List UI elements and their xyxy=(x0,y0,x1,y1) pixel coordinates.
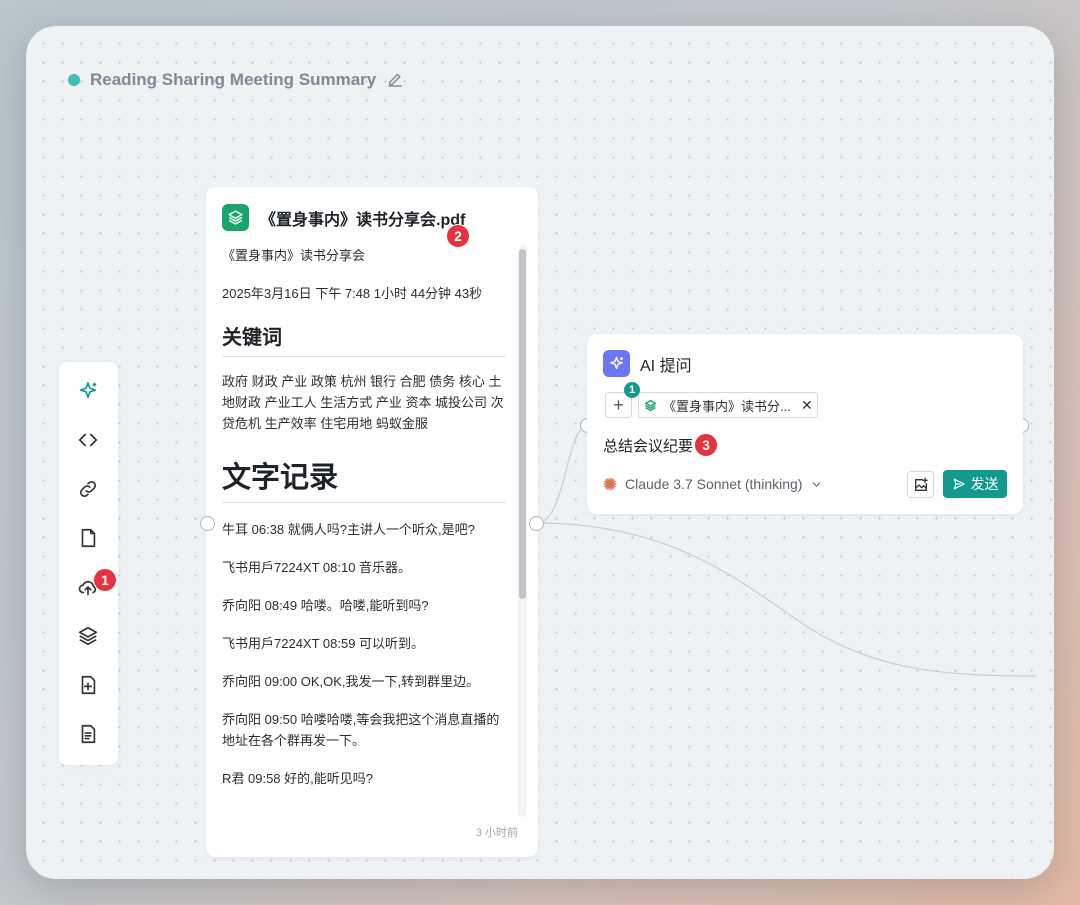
doc-title-line: 《置身事内》读书分享会 xyxy=(222,248,366,263)
document-card[interactable]: 《置身事内》读书分享会.pdf 《置身事内》读书分享会 2025年3月16日 下… xyxy=(206,187,538,857)
layers-icon xyxy=(644,399,657,412)
transcript-line: 飞书用戶7224XT 08:59 可以听到。 xyxy=(222,636,425,651)
transcript-line: 飞书用戶7224XT 08:10 音乐器。 xyxy=(222,560,412,575)
transcript-line: R君 09:58 好的,能听见吗? xyxy=(222,771,373,786)
document-timestamp: 3 小时前 xyxy=(475,827,518,839)
send-label: 发送 xyxy=(970,476,999,492)
ai-card-title: AI 提问 xyxy=(640,357,692,375)
transcript-line: 乔向阳 08:49 哈喽。哈喽,能听到吗? xyxy=(222,598,429,613)
document-file-name: 《置身事内》读书分享会.pdf xyxy=(260,211,466,229)
document-input-port[interactable] xyxy=(200,516,215,531)
keywords-heading: 关键词 xyxy=(222,321,506,357)
send-icon xyxy=(952,477,966,491)
plus-icon: + xyxy=(613,394,624,415)
context-chip[interactable]: 《置身事内》读书分... ✕ xyxy=(638,392,818,418)
image-upload-button[interactable] xyxy=(907,471,934,498)
ai-question-card[interactable]: AI 提问 + 1 《置身事内》读书分... ✕ 总结会议纪要 Claude 3… xyxy=(587,334,1023,514)
sparkle-icon xyxy=(603,350,630,377)
step-badge-2: 2 xyxy=(446,224,470,248)
layers-icon xyxy=(222,204,249,231)
document-output-port[interactable] xyxy=(529,516,544,531)
prompt-input[interactable]: 总结会议纪要 xyxy=(603,435,693,456)
transcript-line: 乔向阳 09:00 OK,OK,我发一下,转到群里边。 xyxy=(222,674,480,689)
send-button[interactable]: 发送 xyxy=(943,470,1007,498)
keywords-text: 政府 财政 产业 政策 杭州 银行 合肥 债务 核心 土地财政 产业工人 生活方… xyxy=(222,374,504,431)
document-scrollbar[interactable] xyxy=(518,245,527,817)
canvas-window: Reading Sharing Meeting Summary 1 《置身事内》… xyxy=(26,26,1054,879)
chevron-down-icon xyxy=(810,478,823,491)
scrollbar-thumb[interactable] xyxy=(519,249,526,599)
step-badge-3: 3 xyxy=(694,433,718,457)
transcript-line: 乔向阳 09:50 哈喽哈喽,等会我把这个消息直播的地址在各个群再发一下。 xyxy=(222,712,500,748)
doc-date-line: 2025年3月16日 下午 7:48 1小时 44分钟 43秒 xyxy=(222,286,483,301)
transcript-line: 牛耳 06:38 就俩人吗?主讲人一个听众,是吧? xyxy=(222,522,475,537)
document-content: 《置身事内》读书分享会 2025年3月16日 下午 7:48 1小时 44分钟 … xyxy=(222,245,506,789)
model-name: Claude 3.7 Sonnet (thinking) xyxy=(625,476,803,492)
image-plus-icon xyxy=(913,477,929,493)
close-icon[interactable]: ✕ xyxy=(801,397,813,414)
ai-card-header: AI 提问 xyxy=(603,350,692,377)
transcript-heading: 文字记录 xyxy=(222,454,506,503)
model-selector[interactable]: Claude 3.7 Sonnet (thinking) xyxy=(603,476,823,492)
claude-logo-icon xyxy=(603,477,617,491)
context-chip-label: 《置身事内》读书分... xyxy=(663,398,791,414)
document-header: 《置身事内》读书分享会.pdf xyxy=(222,204,465,231)
